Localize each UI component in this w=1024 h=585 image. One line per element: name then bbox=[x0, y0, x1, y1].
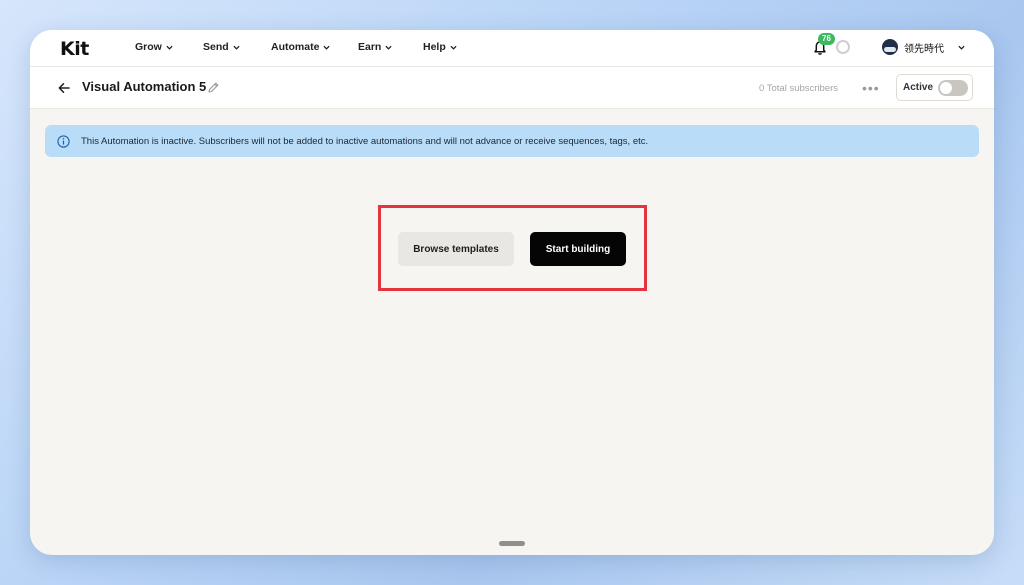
avatar bbox=[882, 39, 898, 55]
pencil-icon[interactable] bbox=[207, 81, 220, 94]
kit-logo[interactable]: Kit bbox=[60, 38, 89, 60]
scroll-handle[interactable] bbox=[499, 541, 525, 546]
toggle-knob bbox=[940, 82, 952, 94]
total-subscribers: 0 Total subscribers bbox=[759, 83, 839, 94]
nav-help[interactable]: Help bbox=[423, 41, 457, 53]
nav-send[interactable]: Send bbox=[203, 41, 240, 53]
start-building-button[interactable]: Start building bbox=[530, 232, 626, 266]
page-title: Visual Automation 5 bbox=[82, 79, 207, 94]
chevron-down-icon bbox=[233, 45, 240, 50]
browse-templates-button[interactable]: Browse templates bbox=[398, 232, 514, 266]
nav-earn[interactable]: Earn bbox=[358, 41, 392, 53]
chevron-down-icon bbox=[958, 45, 965, 50]
more-icon[interactable]: ••• bbox=[862, 80, 880, 96]
app-window: Kit Grow Send Automate Earn Help 76 领先時代… bbox=[30, 30, 994, 555]
nav-grow[interactable]: Grow bbox=[135, 41, 173, 53]
account-menu[interactable]: 领先時代 bbox=[882, 39, 965, 55]
loading-icon bbox=[836, 40, 850, 54]
chevron-down-icon bbox=[385, 45, 392, 50]
active-toggle[interactable] bbox=[938, 80, 968, 96]
chevron-down-icon bbox=[450, 45, 457, 50]
notification-badge: 76 bbox=[818, 33, 835, 45]
automation-header: Visual Automation 5 0 Total subscribers … bbox=[30, 67, 994, 109]
top-navigation: Kit Grow Send Automate Earn Help 76 领先時代 bbox=[30, 30, 994, 67]
nav-send-label: Send bbox=[203, 41, 229, 53]
back-arrow-icon[interactable] bbox=[57, 81, 71, 95]
nav-automate-label: Automate bbox=[271, 41, 320, 53]
chevron-down-icon bbox=[166, 45, 173, 50]
info-icon bbox=[57, 134, 70, 148]
nav-automate[interactable]: Automate bbox=[271, 41, 331, 53]
nav-earn-label: Earn bbox=[358, 41, 382, 53]
account-name: 领先時代 bbox=[904, 43, 944, 55]
status-control: Active bbox=[896, 74, 973, 101]
chevron-down-icon bbox=[323, 45, 331, 50]
inactive-alert-banner: This Automation is inactive. Subscribers… bbox=[45, 125, 979, 157]
nav-grow-label: Grow bbox=[135, 41, 162, 53]
alert-message: This Automation is inactive. Subscribers… bbox=[81, 135, 649, 147]
nav-help-label: Help bbox=[423, 41, 446, 53]
status-label: Active bbox=[903, 82, 934, 93]
